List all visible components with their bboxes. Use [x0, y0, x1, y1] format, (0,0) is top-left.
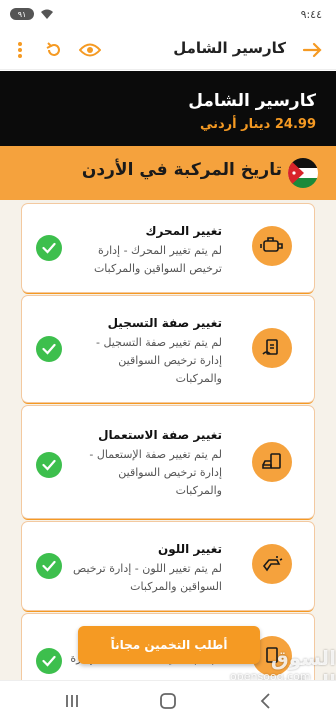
product-header: كارسير الشامل 24.99 دينار أردني: [0, 71, 336, 146]
jordan-flag-icon: [288, 158, 318, 188]
home-icon[interactable]: [158, 691, 178, 711]
card-title: تغيير صفة الاستعمال: [98, 428, 222, 442]
check-icon: [36, 553, 62, 579]
history-card-registration: تغيير صفة التسجيل لم يتم تغيير صفة التسج…: [22, 296, 314, 402]
status-time: ٩:٤٤: [300, 8, 322, 21]
card-desc: لم يتم تغيير صفة التسجيل - إدارة ترخيص ا…: [96, 336, 222, 385]
system-nav-bar: [0, 680, 336, 720]
wifi-icon: [41, 9, 53, 19]
more-menu-icon[interactable]: [6, 36, 34, 64]
eye-icon[interactable]: [76, 36, 104, 64]
history-card-color: تغيير اللون لم يتم تغيير اللون - إدارة ت…: [22, 522, 314, 610]
engine-icon: [252, 226, 292, 266]
history-card-usage: تغيير صفة الاستعمال لم يتم تغيير صفة الإ…: [22, 406, 314, 518]
history-card-engine: تغيير المحرك لم يتم تغيير المحرك - إدارة…: [22, 204, 314, 292]
card-desc: لم يتم تغيير صفة الإستعمال - إدارة ترخيص…: [89, 448, 222, 497]
history-title: تاريخ المركبة في الأردن: [81, 160, 282, 180]
status-bar: ٩١ ٩:٤٤: [0, 0, 336, 30]
battery-level: ٩١: [17, 9, 27, 19]
product-title: كارسير الشامل: [188, 91, 316, 111]
card-title: تغيير اللون: [157, 542, 222, 556]
registration-icon: [252, 328, 292, 368]
check-icon: [36, 648, 62, 674]
product-price: 24.99 دينار أردني: [199, 117, 316, 132]
card-title: تغيير صفة التسجيل: [107, 316, 222, 330]
back-icon[interactable]: [256, 691, 276, 711]
history-list: تغيير المحرك لم يتم تغيير المحرك - إدارة…: [0, 200, 336, 694]
check-icon: [36, 235, 62, 261]
app-bar: كارسير الشامل: [0, 30, 336, 70]
usage-icon: [252, 442, 292, 482]
refresh-icon[interactable]: [40, 36, 68, 64]
card-title: تغيير المحرك: [145, 224, 223, 238]
check-icon: [36, 452, 62, 478]
status-icons: ٩١: [10, 8, 54, 20]
app-title: كارسير الشامل: [173, 39, 286, 57]
history-header: تاريخ المركبة في الأردن: [0, 146, 336, 200]
check-icon: [36, 336, 62, 362]
back-arrow-icon[interactable]: [298, 36, 326, 64]
recent-apps-icon[interactable]: [62, 691, 82, 711]
card-desc: لم يتم تغيير المحرك - إدارة ترخيص السواق…: [93, 244, 222, 275]
battery-icon: ٩١: [10, 8, 34, 20]
paint-gun-icon: [252, 544, 292, 584]
card-desc: لم يتم تغيير اللون - إدارة ترخيص السواقي…: [72, 562, 222, 593]
